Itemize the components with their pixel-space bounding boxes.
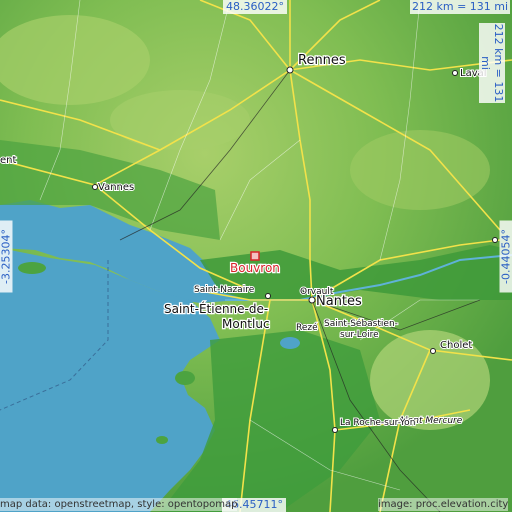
label-bouvron: Bouvron	[230, 261, 280, 275]
topographic-map: Rennes Vannes Laval Nantes Orvault Rezé …	[0, 0, 512, 512]
label-cholet: Cholet	[440, 340, 472, 351]
island	[156, 436, 168, 444]
label-saint-nazaire: Saint-Nazaire	[194, 285, 255, 295]
latitude-top: 48.36022°	[223, 0, 287, 14]
longitude-left: -3.25304°	[0, 220, 13, 293]
island	[18, 262, 46, 274]
label-rennes: Rennes	[298, 53, 346, 68]
attribution-left: map data: openstreetmap, style: opentopo…	[0, 498, 238, 511]
highland-patch	[110, 90, 250, 150]
lake-grand-lieu	[280, 337, 300, 349]
attribution-right: image: proc.elevation.city	[378, 498, 509, 511]
label-la-roche: La Roche-sur-Yon	[340, 418, 415, 428]
island	[175, 371, 195, 385]
label-saint-sebastien-line2: sur-Loire	[340, 330, 379, 340]
label-lorient-partial: ent	[0, 155, 16, 166]
location-marker	[250, 251, 260, 261]
label-saint-etienne-line1: Saint-Étienne-de-	[164, 301, 268, 316]
longitude-right: -0.44054°	[499, 220, 512, 293]
scale-horizontal: 212 km = 131 mi	[410, 0, 511, 14]
label-reze: Rezé	[296, 322, 318, 333]
scale-vertical: 212 km = 131 mi	[479, 23, 505, 103]
highland-patch	[350, 130, 490, 210]
label-saint-etienne-line2: Montluc	[222, 317, 270, 331]
label-saint-sebastien-line1: Saint-Sébastien-	[324, 318, 398, 329]
label-orvault: Orvault	[300, 287, 334, 297]
label-vannes: Vannes	[98, 182, 134, 193]
